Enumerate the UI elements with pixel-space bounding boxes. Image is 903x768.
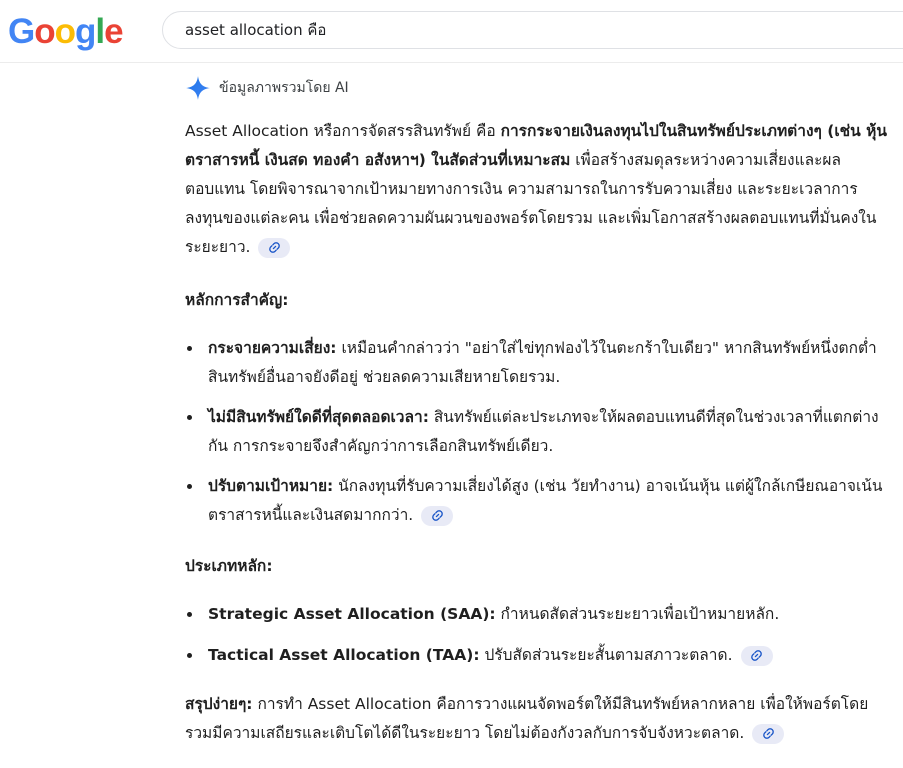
source-link-button[interactable] [258,237,291,258]
logo-letter: l [95,12,105,51]
logo-letter: o [34,12,55,51]
list-item: ไม่มีสินทรัพย์ใดดีที่สุดตลอดเวลา: สินทรั… [185,403,890,461]
ai-overview-content: Asset Allocation หรือการจัดสรรสินทรัพย์ … [185,117,890,748]
list-item-title: ปรับตามเป้าหมาย: [208,477,334,495]
logo-letter: G [8,12,35,51]
ai-overview-header: ข้อมูลภาพรวมโดย AI [185,74,349,102]
list-item-title: ไม่มีสินทรัพย์ใดดีที่สุดตลอดเวลา: [208,408,429,426]
search-box[interactable] [162,11,903,49]
source-link-button[interactable] [421,505,454,526]
list-item-text: กำหนดสัดส่วนระยะยาวเพื่อเป้าหมายหลัก. [495,605,780,623]
list-item: ปรับตามเป้าหมาย: นักลงทุนที่รับความเสี่ย… [185,472,890,530]
ai-overview-label: ข้อมูลภาพรวมโดย AI [219,80,349,96]
link-icon [269,242,280,253]
link-icon [751,650,762,661]
logo-letter: g [75,12,96,51]
principles-heading: หลักการสำคัญ: [185,291,289,309]
google-logo[interactable]: Google [8,10,124,54]
list-item-text: ปรับสัดส่วนระยะสั้นตามสภาวะตลาด. [479,646,733,664]
list-item-title: Strategic Asset Allocation (SAA): [208,605,496,623]
summary-paragraph: สรุปง่ายๆ: การทำ Asset Allocation คือการ… [185,690,890,748]
list-item: กระจายความเสี่ยง: เหมือนคำกล่าวว่า "อย่า… [185,334,890,392]
logo-letter: o [54,12,76,51]
link-icon [762,728,774,739]
list-item: Strategic Asset Allocation (SAA): กำหนดส… [185,600,890,629]
intro-paragraph: Asset Allocation หรือการจัดสรรสินทรัพย์ … [185,117,890,262]
source-link-button[interactable] [740,645,773,666]
list-item: Tactical Asset Allocation (TAA): ปรับสัด… [185,641,890,670]
link-icon [431,510,443,521]
logo-letter: e [104,12,123,51]
summary-bold: สรุปง่ายๆ: [185,695,253,713]
gemini-spark-icon [186,76,210,100]
intro-text-1: Asset Allocation หรือการจัดสรรสินทรัพย์ … [185,122,501,140]
list-item-title: Tactical Asset Allocation (TAA): [208,646,480,664]
principles-list: กระจายความเสี่ยง: เหมือนคำกล่าวว่า "อย่า… [185,334,890,530]
types-heading: ประเภทหลัก: [185,557,273,575]
list-item-title: กระจายความเสี่ยง: [208,339,337,357]
search-input[interactable] [185,18,865,42]
source-link-button[interactable] [752,723,785,744]
search-header: Google [0,0,903,63]
types-list: Strategic Asset Allocation (SAA): กำหนดส… [185,600,890,670]
